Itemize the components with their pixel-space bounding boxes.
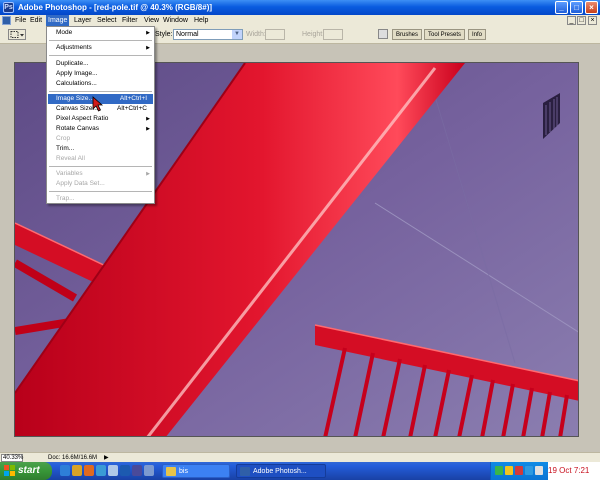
menu-separator	[49, 166, 152, 167]
task-button-photoshop[interactable]: Adobe Photosh...	[236, 464, 326, 478]
desktop-quicklaunch-icon[interactable]	[108, 465, 118, 476]
menu-item-reveal-all: Reveal All	[56, 155, 85, 162]
task-button-bis[interactable]: bis	[162, 464, 230, 478]
document-icon[interactable]	[2, 16, 11, 25]
image-menu-dropdown: Mode ▶ Adjustments ▶ Duplicate... Apply Im…	[46, 26, 155, 204]
palette-icon[interactable]	[378, 29, 388, 39]
menu-filter[interactable]: Filter	[120, 15, 140, 26]
ie-quicklaunch-icon[interactable]	[60, 465, 70, 476]
menu-help[interactable]: Help	[192, 15, 210, 26]
volume-tray-icon[interactable]	[535, 466, 543, 475]
photoshop-icon	[240, 467, 250, 476]
folder-icon	[166, 467, 176, 476]
menu-edit[interactable]: Edit	[28, 15, 44, 26]
status-bar: 40.33% Doc: 16.6M/16.6M ▶	[0, 452, 600, 462]
menu-select[interactable]: Select	[95, 15, 118, 26]
menu-item-mode[interactable]: Mode ▶	[48, 28, 153, 38]
menu-separator	[49, 55, 152, 56]
photoshop-quicklaunch-icon[interactable]	[120, 465, 130, 476]
tab-tool-presets[interactable]: Tool Presets	[424, 29, 466, 40]
task-label: Adobe Photosh...	[253, 468, 307, 475]
menu-item-trim[interactable]: Trim...	[48, 144, 153, 154]
tab-brushes[interactable]: Brushes	[392, 29, 423, 40]
menu-image[interactable]: Image	[46, 15, 70, 26]
menu-item-adjustments[interactable]: Adjustments ▶	[48, 43, 153, 53]
height-field[interactable]	[323, 29, 343, 40]
submenu-arrow-icon: ▶	[146, 45, 150, 51]
doc-minimize-button[interactable]: _	[567, 16, 576, 25]
zoom-field[interactable]: 40.33%	[1, 454, 23, 462]
menu-item-shortcut: Alt+Ctrl+C	[117, 105, 147, 112]
network-tray-icon[interactable]	[495, 466, 503, 475]
submenu-arrow-icon: ▶	[146, 126, 150, 132]
menu-item-rotate-canvas[interactable]: Rotate Canvas ▶	[48, 124, 153, 134]
clock-time: 7:21	[573, 466, 590, 475]
media-quicklaunch-icon[interactable]	[96, 465, 106, 476]
submenu-arrow-icon: ▶	[146, 171, 150, 177]
window-title: Adobe Photoshop - [red-pole.tif @ 40.3% …	[18, 3, 213, 12]
minimize-button[interactable]: _	[555, 1, 568, 14]
menu-separator	[49, 191, 152, 192]
palette-well: Brushes Tool Presets Info	[378, 28, 600, 41]
antivirus-tray-icon[interactable]	[515, 466, 523, 475]
folder-quicklaunch-icon[interactable]	[72, 465, 82, 476]
windows-logo-icon	[4, 465, 15, 476]
width-label: Width:	[246, 31, 266, 38]
taskbar: start bis Adobe Photosh... 19 Oct 7:21	[0, 462, 600, 480]
messenger-tray-icon[interactable]	[525, 466, 533, 475]
menu-separator	[49, 91, 152, 92]
doc-close-button[interactable]: ×	[588, 16, 597, 25]
start-label: start	[18, 465, 40, 476]
app2-quicklaunch-icon[interactable]	[144, 465, 154, 476]
tool-preset-picker[interactable]	[8, 29, 26, 40]
clock[interactable]: 19 Oct 7:21	[548, 462, 600, 480]
start-button[interactable]: start	[0, 462, 52, 480]
chevron-down-icon: ▼	[232, 30, 242, 39]
menu-item-label: Variables	[56, 170, 83, 177]
maximize-button[interactable]: □	[570, 1, 583, 14]
menu-item-trap: Trap...	[56, 195, 75, 202]
title-bar: Ps Adobe Photoshop - [red-pole.tif @ 40.…	[0, 0, 600, 15]
style-value: Normal	[176, 31, 199, 38]
style-select[interactable]: Normal ▼	[173, 29, 243, 40]
height-label: Height:	[302, 31, 325, 38]
doc-size-info: Doc: 16.6M/16.6M	[48, 455, 98, 461]
menu-item-label: Adjustments	[56, 44, 92, 51]
marquee-tool-icon	[10, 31, 24, 38]
menu-item-label: Image Size...	[56, 95, 94, 102]
menu-view[interactable]: View	[142, 15, 161, 26]
status-menu-arrow-icon[interactable]: ▶	[104, 454, 109, 462]
submenu-arrow-icon: ▶	[146, 116, 150, 122]
photoshop-icon: Ps	[3, 2, 14, 13]
menu-item-label: Pixel Aspect Ratio	[56, 115, 109, 122]
menu-item-pixel-aspect-ratio[interactable]: Pixel Aspect Ratio ▶	[48, 114, 153, 124]
app-quicklaunch-icon[interactable]	[132, 465, 142, 476]
menu-item-crop: Crop	[56, 135, 71, 142]
menu-item-label: Mode	[56, 29, 73, 36]
menu-item-variables: Variables ▶	[48, 169, 153, 179]
menu-separator	[49, 40, 152, 41]
menu-layer[interactable]: Layer	[72, 15, 94, 26]
close-button[interactable]: ×	[585, 1, 598, 14]
width-field[interactable]	[265, 29, 285, 40]
menu-item-apply-data-set: Apply Data Set...	[56, 180, 105, 187]
security-tray-icon[interactable]	[505, 466, 513, 475]
clock-date: 19 Oct	[548, 466, 572, 475]
style-label: Style:	[155, 31, 173, 38]
firefox-quicklaunch-icon[interactable]	[84, 465, 94, 476]
tab-info[interactable]: Info	[468, 29, 487, 40]
mouse-cursor-icon	[92, 96, 104, 112]
menu-bar: File Edit Image Layer Select Filter View…	[0, 15, 600, 26]
menu-item-apply-image[interactable]: Apply Image...	[48, 69, 153, 79]
menu-window[interactable]: Window	[161, 15, 190, 26]
menu-item-calculations[interactable]: Calculations...	[48, 79, 153, 89]
doc-restore-button[interactable]: □	[577, 16, 586, 25]
task-label: bis	[179, 468, 188, 475]
submenu-arrow-icon: ▶	[146, 30, 150, 36]
menu-item-label: Rotate Canvas	[56, 125, 99, 132]
menu-file[interactable]: File	[13, 15, 28, 26]
menu-item-duplicate[interactable]: Duplicate...	[48, 59, 153, 69]
menu-item-shortcut: Alt+Ctrl+I	[119, 95, 147, 102]
